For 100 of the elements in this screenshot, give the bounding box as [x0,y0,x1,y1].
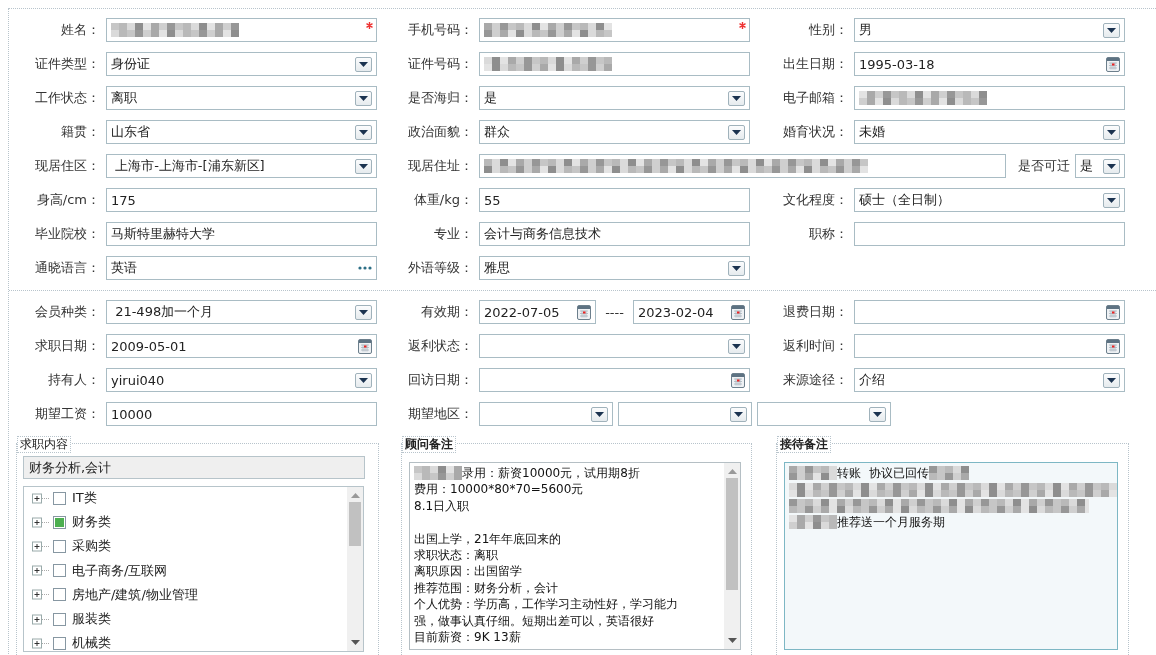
text-field[interactable] [479,154,1006,178]
dropdown-button[interactable] [355,90,372,106]
date-field[interactable]: 2022-07-05 [479,300,597,324]
date-field[interactable]: 2023-02-04 [632,300,750,324]
dropdown-button[interactable] [1103,192,1120,208]
tree-item[interactable]: 机械类 [72,634,111,653]
text-field[interactable] [106,18,377,42]
checkbox[interactable] [53,539,66,553]
select-field[interactable]: 山东省 [106,120,377,144]
dropdown-button[interactable] [1103,124,1120,140]
expand-icon[interactable] [32,613,50,625]
date-field[interactable] [854,334,1125,358]
select-field[interactable]: 是 [479,86,750,110]
scroll-up-icon[interactable] [350,493,360,498]
summary-field[interactable]: 财务分析,会计 [23,456,365,479]
calendar-icon[interactable] [731,304,745,320]
select-field[interactable]: 上海市-上海市-[浦东新区] [106,154,377,178]
tree-item[interactable]: 服装类 [72,610,111,629]
scrollbar[interactable] [347,487,363,651]
expand-icon[interactable] [32,492,50,504]
checkbox[interactable] [53,515,66,529]
scrollbar[interactable] [724,463,740,649]
caret-icon [359,377,368,383]
caret-icon [732,265,741,271]
dropdown-button[interactable] [728,260,745,276]
tree-item[interactable]: 电子商务/互联网 [72,561,168,580]
select-field[interactable] [479,334,750,358]
field-label: ---- [604,304,625,320]
select-field[interactable] [479,402,613,426]
dropdown-button[interactable] [728,90,745,106]
expand-icon[interactable] [32,589,50,601]
expand-icon[interactable] [32,540,50,552]
date-field[interactable] [854,300,1125,324]
checkbox[interactable] [53,612,66,626]
expand-icon[interactable] [32,516,50,528]
caret-icon [359,61,368,67]
select-field[interactable] [757,402,891,426]
dropdown-button[interactable] [355,372,372,388]
notes-textarea[interactable]: 录用：薪资10000元，试用期8折 费用：10000*80*70=5600元 8.1日入职 出国上学，21年年底回来的 求职状态：离职 离职原因：出国留学 推荐范围：财务分析，会计 个人优势：学历高，工作学习主动性好，学习能力 强，做事认真仔细。短期出差可以，英语很好 目前薪资：9K 13薪 [409,462,741,650]
select-field[interactable]: 是 [1075,154,1125,178]
dropdown-button[interactable] [869,406,886,422]
dropdown-button[interactable] [728,124,745,140]
dropdown-button[interactable] [728,338,745,354]
scroll-down-icon[interactable] [727,638,737,643]
scroll-thumb[interactable] [349,502,361,546]
text-field[interactable]: 马斯特里赫特大学 [106,222,377,246]
dropdown-button[interactable] [730,406,747,422]
select-field[interactable]: 男 [854,18,1125,42]
dropdown-button[interactable] [1103,22,1120,38]
expand-icon[interactable] [32,565,50,577]
tree-item[interactable]: 采购类 [72,537,111,556]
scroll-up-icon[interactable] [727,469,737,474]
checkbox[interactable] [53,636,66,650]
select-field[interactable]: 身份证 [106,52,377,76]
date-field[interactable]: 2009-05-01 [106,334,377,358]
tree-item[interactable]: 财务类 [72,513,111,532]
dropdown-button[interactable] [355,56,372,72]
date-field[interactable]: 1995-03-18 [854,52,1125,76]
scroll-thumb[interactable] [726,478,738,590]
ellipsis-icon[interactable] [358,266,372,270]
text-field[interactable] [479,52,750,76]
calendar-icon[interactable] [358,338,372,354]
text-field[interactable] [854,86,1125,110]
text-field[interactable] [854,222,1125,246]
select-field[interactable]: 群众 [479,120,750,144]
field-label: 期望工资： [34,405,101,423]
dropdown-button[interactable] [355,158,372,174]
dropdown-button[interactable] [591,406,608,422]
lookup-field[interactable]: 英语 [106,256,377,280]
text-field[interactable]: 55 [479,188,750,212]
tree-item[interactable]: 房地产/建筑/物业管理 [72,585,198,604]
select-field[interactable]: 离职 [106,86,377,110]
text-field[interactable]: 10000 [106,402,377,426]
select-field[interactable]: 硕士（全日制） [854,188,1125,212]
expand-icon[interactable] [32,637,50,649]
date-field[interactable] [479,368,750,392]
calendar-icon[interactable] [1106,56,1120,72]
notes-textarea[interactable]: 转账 协议已回传 推荐送一个月服务期 [784,462,1118,650]
checkbox[interactable] [53,491,66,505]
select-field[interactable] [618,402,752,426]
select-field[interactable]: 雅思 [479,256,750,280]
dropdown-button[interactable] [1103,158,1120,174]
select-field[interactable]: yirui040 [106,368,377,392]
dropdown-button[interactable] [355,304,372,320]
dropdown-button[interactable] [355,124,372,140]
text-field[interactable]: 175 [106,188,377,212]
text-field[interactable]: 会计与商务信息技术 [479,222,750,246]
select-field[interactable]: 未婚 [854,120,1125,144]
select-field[interactable]: 21-498加一个月 [106,300,377,324]
tree-item[interactable]: IT类 [72,489,97,508]
select-field[interactable]: 介绍 [854,368,1125,392]
calendar-icon[interactable] [1106,304,1120,320]
scroll-down-icon[interactable] [350,640,360,645]
calendar-icon[interactable] [731,372,745,388]
checkbox[interactable] [53,588,66,602]
checkbox[interactable] [53,564,66,578]
dropdown-button[interactable] [1103,372,1120,388]
calendar-icon[interactable] [1106,338,1120,354]
text-field[interactable] [479,18,750,42]
calendar-icon[interactable] [577,304,592,320]
